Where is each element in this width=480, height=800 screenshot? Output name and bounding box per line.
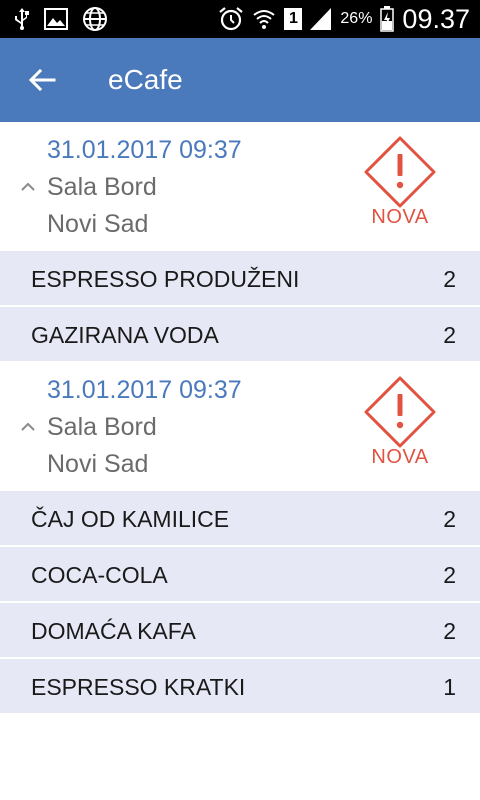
image-icon bbox=[44, 8, 68, 30]
item-quantity: 2 bbox=[443, 562, 456, 588]
globe-icon bbox=[83, 7, 107, 31]
order-status: NOVA bbox=[360, 134, 440, 229]
item-name: GAZIRANA VODA bbox=[31, 322, 219, 348]
item-name: ESPRESSO PRODUŽENI bbox=[31, 266, 300, 292]
item-quantity: 2 bbox=[443, 506, 456, 532]
chevron-up-icon[interactable] bbox=[20, 180, 36, 192]
alarm-icon bbox=[219, 7, 244, 31]
chevron-up-icon[interactable] bbox=[20, 420, 36, 432]
item-name: DOMAĆA KAFA bbox=[31, 618, 196, 644]
alert-diamond-icon bbox=[364, 136, 436, 208]
item-quantity: 2 bbox=[443, 266, 456, 292]
order-city: Novi Sad bbox=[47, 450, 149, 478]
order-item-row[interactable]: ESPRESSO KRATKI 1 bbox=[0, 658, 480, 714]
signal-icon bbox=[310, 8, 332, 30]
sim-indicator: 1 bbox=[284, 8, 303, 30]
status-bar-left bbox=[14, 6, 108, 32]
order-item-row[interactable]: GAZIRANA VODA 2 bbox=[0, 306, 480, 362]
item-name: ČAJ OD KAMILICE bbox=[31, 506, 230, 532]
usb-icon bbox=[15, 8, 29, 30]
item-quantity: 2 bbox=[443, 618, 456, 644]
order-header[interactable]: 31.01.2017 09:37 Sala Bord Novi Sad NOVA bbox=[0, 122, 480, 250]
alert-diamond-icon bbox=[364, 376, 436, 448]
status-badge: NOVA bbox=[371, 446, 429, 468]
order-list: 31.01.2017 09:37 Sala Bord Novi Sad NOVA… bbox=[0, 122, 480, 714]
order-header[interactable]: 31.01.2017 09:37 Sala Bord Novi Sad NOVA bbox=[0, 362, 480, 490]
item-name: ESPRESSO KRATKI bbox=[31, 674, 246, 700]
wifi-icon bbox=[253, 10, 276, 29]
clock: 09.37 bbox=[402, 4, 470, 34]
order-city: Novi Sad bbox=[47, 210, 149, 238]
app-bar: eCafe bbox=[0, 38, 480, 122]
status-bar: 1 26% 09.37 bbox=[0, 0, 480, 38]
status-bar-right: 1 26% 09.37 bbox=[218, 4, 470, 34]
battery-icon bbox=[380, 6, 395, 32]
item-name: COCA-COLA bbox=[31, 562, 168, 588]
order-datetime: 31.01.2017 09:37 bbox=[47, 136, 242, 164]
order-item-row[interactable]: ESPRESSO PRODUŽENI 2 bbox=[0, 250, 480, 306]
item-quantity: 2 bbox=[443, 322, 456, 348]
order-room: Sala Bord bbox=[47, 413, 157, 441]
arrow-left-icon[interactable] bbox=[26, 64, 58, 96]
order-room: Sala Bord bbox=[47, 173, 157, 201]
status-badge: NOVA bbox=[371, 206, 429, 228]
order-item-row[interactable]: DOMAĆA KAFA 2 bbox=[0, 602, 480, 658]
item-quantity: 1 bbox=[443, 674, 456, 700]
order-datetime: 31.01.2017 09:37 bbox=[47, 376, 242, 404]
app-title: eCafe bbox=[108, 64, 183, 95]
order-status: NOVA bbox=[360, 374, 440, 469]
order-item-row[interactable]: ČAJ OD KAMILICE 2 bbox=[0, 490, 480, 546]
battery-percent: 26% bbox=[340, 10, 373, 27]
order-item-row[interactable]: COCA-COLA 2 bbox=[0, 546, 480, 602]
